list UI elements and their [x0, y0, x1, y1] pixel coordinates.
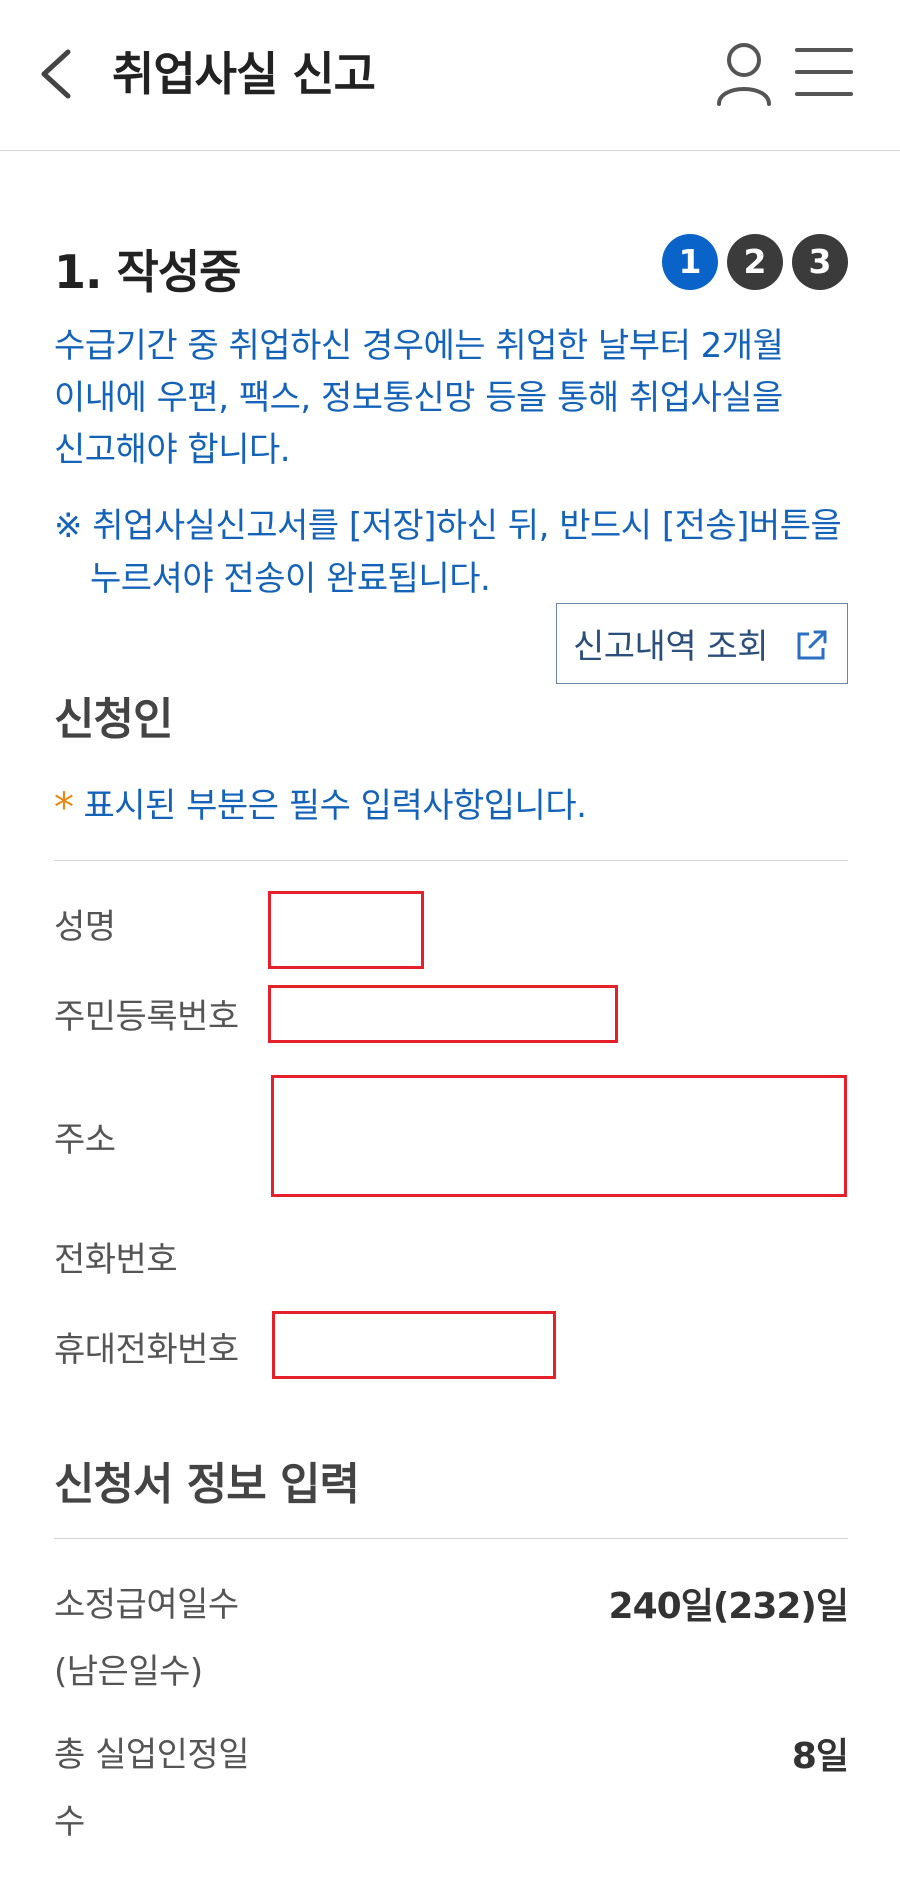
rrn-field[interactable] [268, 985, 618, 1043]
benefit-days-label-line-1: 소정급여일수 [54, 1585, 239, 1625]
report-history-button[interactable]: 신고내역 조회 [556, 603, 848, 684]
user-button[interactable] [714, 40, 774, 108]
chevron-left-icon [41, 49, 71, 99]
report-history-label: 신고내역 조회 [573, 627, 769, 667]
step-indicator-2: 2 [727, 234, 783, 290]
divider [54, 860, 848, 861]
phone-label: 전화번호 [54, 1240, 178, 1280]
unemployment-days-label: 총 실업인정일 수 [54, 1727, 250, 1843]
address-field[interactable] [271, 1075, 847, 1197]
user-icon [717, 43, 771, 106]
info-text: 수급기간 중 취업하신 경우에는 취업한 날부터 2개월 이내에 우편, 팩스,… [54, 320, 854, 476]
save-notice: ※ 취업사실신고서를 [저장]하신 뒤, 반드시 [전송]버튼을 누르셔야 전송… [54, 506, 842, 599]
rrn-label: 주민등록번호 [54, 997, 239, 1037]
address-label: 주소 [54, 1120, 116, 1160]
mobile-label: 휴대전화번호 [54, 1330, 239, 1370]
app-header: 취업사실 신고 [0, 0, 900, 151]
name-field[interactable] [268, 891, 424, 969]
unemployment-days-label-line-1: 총 실업인정일 [54, 1735, 250, 1775]
required-star: * [54, 785, 74, 831]
mobile-field[interactable] [272, 1311, 556, 1379]
info-line-3: 신고해야 합니다. [54, 430, 291, 470]
step-indicator-3: 3 [792, 234, 848, 290]
unemployment-days-label-line-2: 수 [54, 1802, 85, 1842]
unemployment-days-value: 8일 [791, 1736, 849, 1777]
hamburger-menu-icon [795, 48, 853, 96]
benefit-days-label-line-2: (남은일수) [54, 1652, 203, 1692]
applicant-section-title: 신청인 [54, 694, 173, 745]
external-link-icon [797, 630, 827, 660]
page-title: 취업사실 신고 [112, 47, 376, 101]
step-title: 1. 작성중 [54, 245, 241, 299]
menu-button[interactable] [794, 46, 854, 98]
required-note: * 표시된 부분은 필수 입력사항입니다. [54, 778, 587, 831]
back-button[interactable] [32, 42, 82, 106]
application-section-title: 신청서 정보 입력 [54, 1459, 360, 1510]
name-label: 성명 [54, 907, 116, 947]
benefit-days-label: 소정급여일수 (남은일수) [54, 1577, 239, 1693]
divider [54, 1538, 848, 1539]
info-line-1: 수급기간 중 취업하신 경우에는 취업한 날부터 2개월 [54, 326, 784, 366]
required-note-text: 표시된 부분은 필수 입력사항입니다. [83, 786, 587, 826]
benefit-days-value: 240일(232)일 [608, 1586, 849, 1627]
step-indicator-1: 1 [662, 234, 718, 290]
info-line-2: 이내에 우편, 팩스, 정보통신망 등을 통해 취업사실을 [54, 378, 783, 418]
